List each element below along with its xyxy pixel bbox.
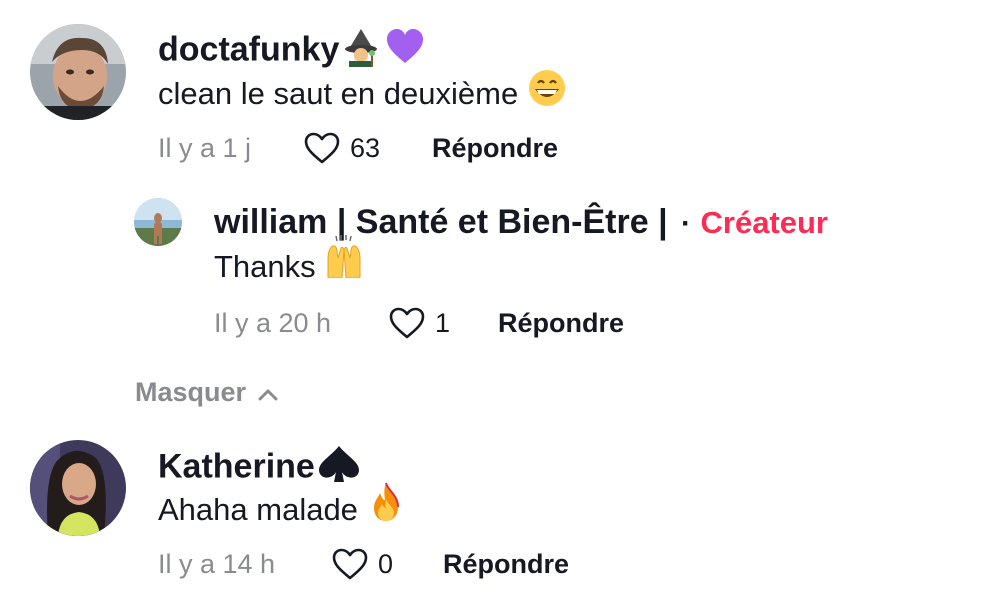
heart-icon	[303, 131, 341, 165]
mage-icon	[341, 27, 381, 76]
comment-text: Thanks	[214, 235, 364, 287]
like-button[interactable]: 63	[303, 128, 380, 168]
avatar[interactable]	[30, 24, 126, 120]
reply-button[interactable]: Répondre	[432, 128, 558, 168]
spade-icon	[317, 444, 361, 493]
separator-dot: ·	[681, 207, 692, 240]
comment-timestamp: Il y a 20 h	[214, 308, 332, 338]
avatar[interactable]	[30, 440, 126, 536]
comment-username[interactable]: Katherine	[158, 444, 361, 493]
comment-username[interactable]: doctafunky	[158, 27, 425, 76]
creator-badge: Créateur	[700, 205, 829, 240]
hide-replies-label: Masquer	[135, 377, 247, 407]
avatar[interactable]	[134, 198, 182, 246]
grinning-face-icon	[528, 69, 566, 116]
heart-icon	[331, 547, 369, 581]
comment-timestamp: Il y a 1 j	[158, 133, 252, 163]
comment-text: Ahaha malade	[158, 482, 404, 532]
comment-text: clean le saut en deuxième	[158, 70, 566, 116]
heart-icon	[388, 306, 426, 340]
hide-replies-button[interactable]: Masquer	[135, 372, 278, 412]
comment-meta: Il y a 1 j 63 Répondre	[158, 128, 658, 168]
chevron-up-icon	[246, 372, 278, 412]
reply-button[interactable]: Répondre	[498, 303, 624, 343]
like-button[interactable]: 0	[331, 544, 393, 584]
comment-meta: Il y a 20 h 1 Répondre	[214, 303, 714, 343]
comment-meta: Il y a 14 h 0 Répondre	[158, 544, 658, 584]
raising-hands-icon	[324, 234, 364, 287]
like-button[interactable]: 1	[388, 303, 450, 343]
comment-timestamp: Il y a 14 h	[158, 549, 276, 579]
fire-icon	[368, 481, 404, 532]
like-count: 1	[435, 308, 451, 338]
comment-username[interactable]: william | Santé et Bien-Être | · Créateu…	[214, 202, 828, 244]
like-count: 0	[378, 549, 394, 579]
purple-heart-icon	[385, 27, 425, 76]
reply-button[interactable]: Répondre	[443, 544, 569, 584]
like-count: 63	[350, 133, 381, 163]
